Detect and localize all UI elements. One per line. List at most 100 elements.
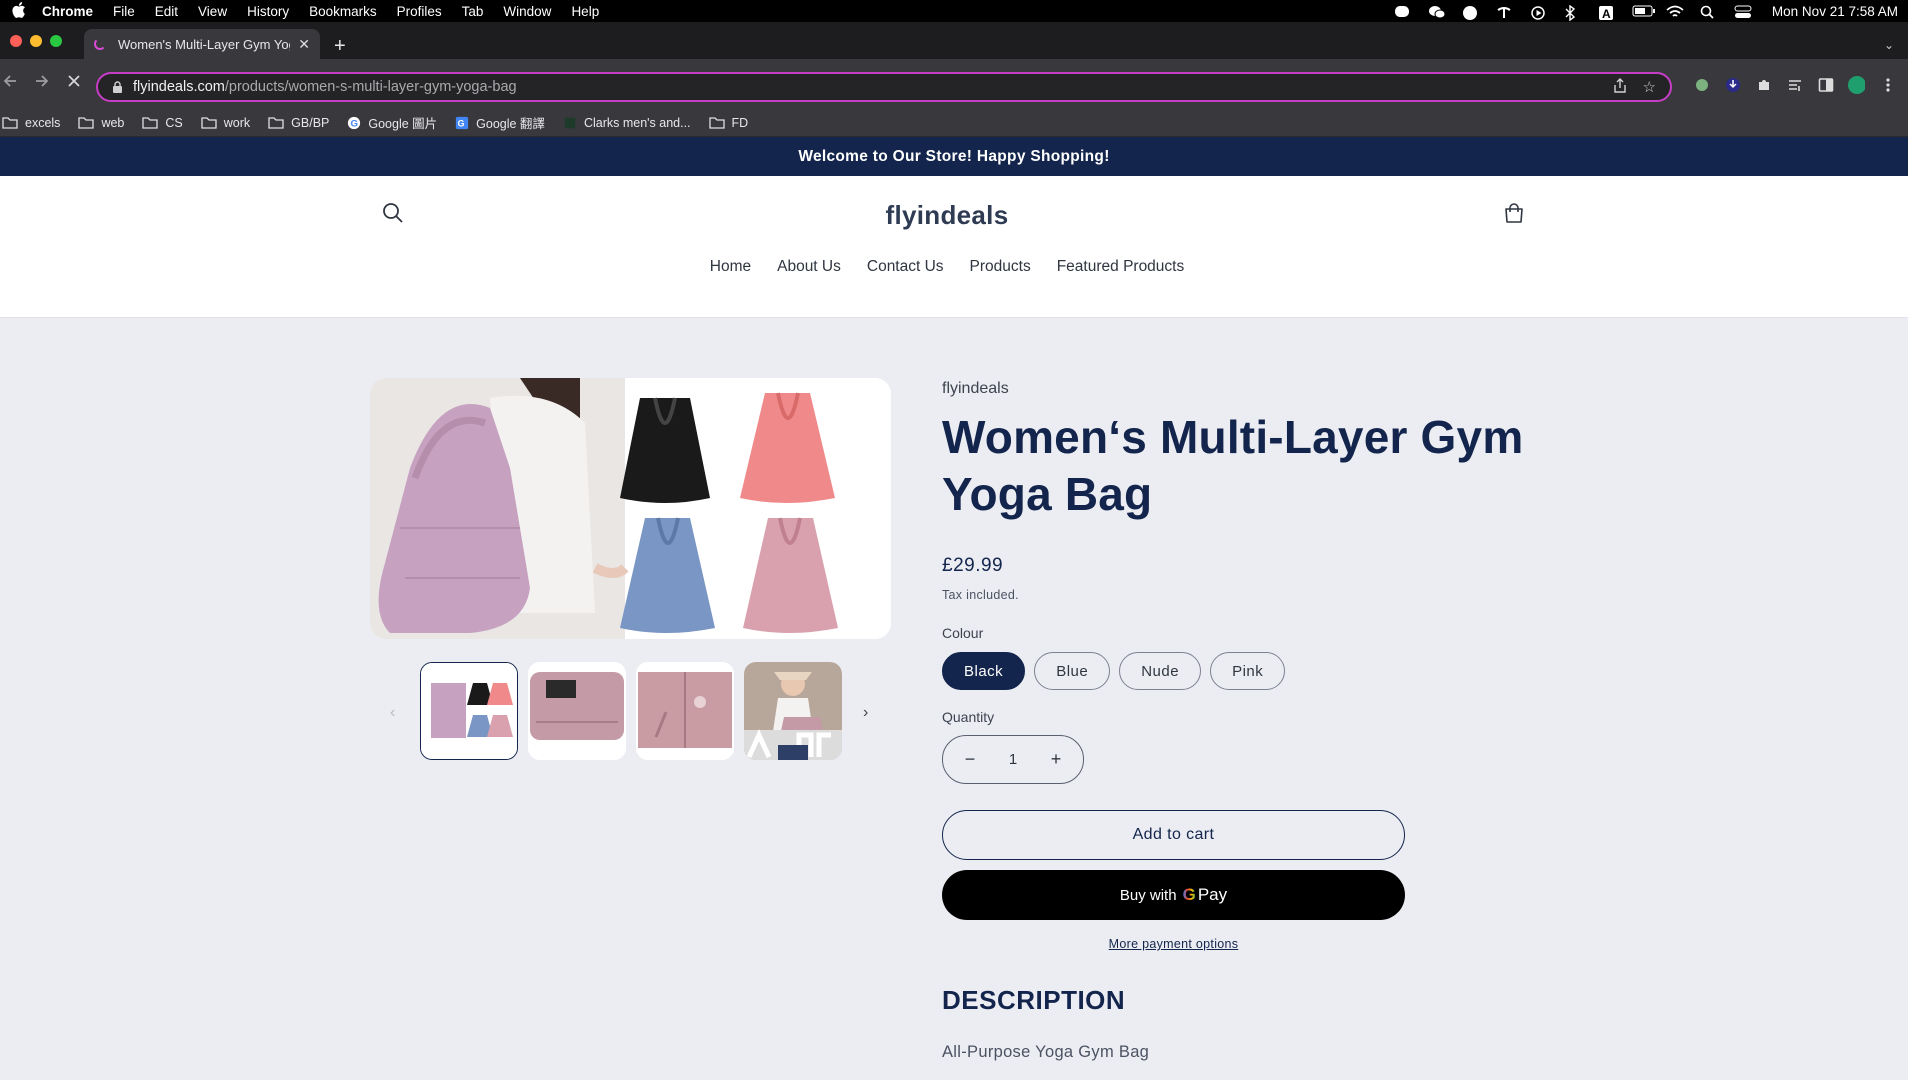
nav-products[interactable]: Products	[970, 258, 1031, 276]
line-icon[interactable]	[1394, 5, 1410, 17]
thumbnail-1[interactable]	[420, 662, 518, 760]
battery-icon[interactable]	[1632, 5, 1655, 17]
apple-icon[interactable]	[10, 1, 28, 21]
tab-search-icon[interactable]: ⌄	[1884, 38, 1894, 52]
description-text: All-Purpose Yoga Gym Bag	[942, 1043, 1150, 1061]
lock-icon[interactable]	[112, 81, 123, 93]
buy-with-label: Buy with	[1119, 886, 1177, 904]
puzzle-icon[interactable]	[1755, 76, 1772, 93]
menu-view[interactable]: View	[198, 4, 227, 19]
url-path: /products/women-s-multi-layer-gym-yoga-b…	[224, 79, 517, 95]
store-header: flyindeals Home About Us Contact Us Prod…	[0, 176, 1908, 318]
bookmark-label: web	[101, 115, 125, 130]
announcement-bar: Welcome to Our Store! Happy Shopping!	[0, 137, 1908, 176]
close-window-button[interactable]	[10, 35, 22, 47]
profile-avatar-icon[interactable]	[1848, 75, 1865, 94]
bookmark-item[interactable]: excels	[2, 116, 60, 130]
product-title: Women‘s Multi-Layer Gym Yoga Bag	[942, 411, 1524, 520]
cart-icon[interactable]	[1500, 200, 1528, 228]
bookmark-item[interactable]: G Google 圖片	[347, 113, 437, 132]
address-bar[interactable]: flyindeals.com/products/women-s-multi-la…	[96, 72, 1672, 102]
chrome-menu-icon[interactable]	[1879, 76, 1896, 93]
reading-list-icon[interactable]	[1786, 76, 1803, 93]
menu-history[interactable]: History	[247, 4, 289, 19]
svg-text:G: G	[458, 118, 465, 128]
share-icon[interactable]	[1613, 77, 1627, 97]
bookmark-item[interactable]: CS	[142, 116, 183, 130]
bookmark-item[interactable]: GB/BP	[268, 116, 329, 130]
colour-option-pink[interactable]: Pink	[1210, 652, 1286, 690]
menu-bookmarks[interactable]: Bookmarks	[309, 4, 377, 19]
thumbnail-slider	[384, 662, 874, 762]
new-tab-button[interactable]: +	[334, 36, 346, 56]
menu-file[interactable]: File	[113, 4, 135, 19]
product-vendor: flyindeals	[942, 380, 1009, 397]
zoom-window-button[interactable]	[50, 35, 62, 47]
os-menubar: Chrome File Edit View History Bookmarks …	[0, 0, 1908, 22]
extension-circle-icon[interactable]	[1693, 76, 1710, 93]
forward-button[interactable]	[34, 73, 50, 92]
colour-option-blue[interactable]: Blue	[1034, 652, 1111, 690]
play-icon[interactable]	[1530, 5, 1546, 20]
minimize-window-button[interactable]	[30, 35, 42, 47]
bookmark-item[interactable]: FD	[708, 116, 748, 130]
colour-label: Colour	[942, 625, 984, 641]
palm-icon[interactable]	[1496, 5, 1512, 18]
figure-icon[interactable]	[1462, 5, 1478, 20]
thumbnail-2[interactable]	[528, 662, 626, 760]
colour-options: Black Blue Nude Pink	[942, 652, 1286, 690]
nav-home[interactable]: Home	[710, 258, 751, 276]
close-tab-icon[interactable]: ✕	[298, 36, 310, 53]
menubar-clock[interactable]: Mon Nov 21 7:58 AM	[1772, 4, 1898, 19]
colour-option-black[interactable]: Black	[942, 652, 1026, 690]
colour-option-nude[interactable]: Nude	[1119, 652, 1202, 690]
product-main-image[interactable]	[370, 378, 891, 639]
bookmark-label: Clarks men's and...	[583, 115, 691, 130]
store-logo[interactable]: flyindeals	[0, 200, 1894, 231]
menu-window[interactable]: Window	[503, 4, 551, 19]
browser-tab[interactable]: Women's Multi-Layer Gym Yog ✕	[84, 29, 320, 59]
thumbnail-4[interactable]	[744, 662, 842, 760]
thumbnail-3[interactable]	[636, 662, 734, 760]
spotlight-icon[interactable]	[1700, 5, 1716, 19]
wechat-icon[interactable]	[1428, 5, 1446, 19]
stop-loading-button[interactable]	[66, 73, 82, 92]
folder-icon	[268, 116, 284, 129]
slider-next-icon[interactable]: ›	[863, 704, 868, 722]
folder-icon	[201, 116, 217, 129]
side-panel-icon[interactable]	[1817, 76, 1834, 93]
menu-app-chrome[interactable]: Chrome	[42, 4, 93, 19]
menu-profiles[interactable]: Profiles	[397, 4, 442, 19]
bookmark-item[interactable]: web	[78, 116, 124, 130]
nav-contact-us[interactable]: Contact Us	[867, 258, 944, 276]
tab-title: Women's Multi-Layer Gym Yog	[118, 36, 291, 52]
svg-text:G: G	[351, 118, 358, 129]
plus-icon[interactable]: +	[1047, 749, 1065, 770]
wifi-icon[interactable]	[1666, 5, 1684, 17]
loading-spinner-icon	[94, 38, 106, 50]
nav-about-us[interactable]: About Us	[777, 258, 841, 276]
folder-icon	[2, 116, 18, 129]
folder-icon	[142, 116, 159, 129]
add-to-cart-button[interactable]: Add to cart	[942, 810, 1405, 860]
bookmark-item[interactable]: G Google 翻譯	[455, 113, 545, 132]
bluetooth-icon[interactable]	[1564, 4, 1580, 22]
bookmark-item[interactable]: work	[201, 116, 250, 130]
web-page: Welcome to Our Store! Happy Shopping! fl…	[0, 137, 1908, 1080]
menu-tab[interactable]: Tab	[462, 4, 484, 19]
folder-icon	[78, 116, 95, 129]
bookmarks-bar: excels web CS work GB/BP G Google 圖片 G G…	[0, 109, 1908, 137]
menu-edit[interactable]: Edit	[155, 4, 178, 19]
buy-with-gpay-button[interactable]: Buy with G Pay	[942, 870, 1405, 920]
menu-help[interactable]: Help	[571, 4, 599, 19]
keyboard-a-icon[interactable]: A	[1598, 5, 1614, 21]
bookmark-item[interactable]: Clarks men's and...	[563, 116, 691, 130]
back-button[interactable]	[2, 73, 18, 92]
nav-featured-products[interactable]: Featured Products	[1057, 258, 1185, 276]
bookmark-star-icon[interactable]: ☆	[1643, 78, 1656, 97]
control-center-icon[interactable]	[1734, 5, 1752, 18]
more-payment-options-link[interactable]: More payment options	[942, 937, 1405, 951]
minus-icon[interactable]: −	[961, 749, 979, 770]
download-extension-icon[interactable]	[1724, 76, 1741, 93]
quantity-input[interactable]: 1	[1009, 751, 1017, 768]
